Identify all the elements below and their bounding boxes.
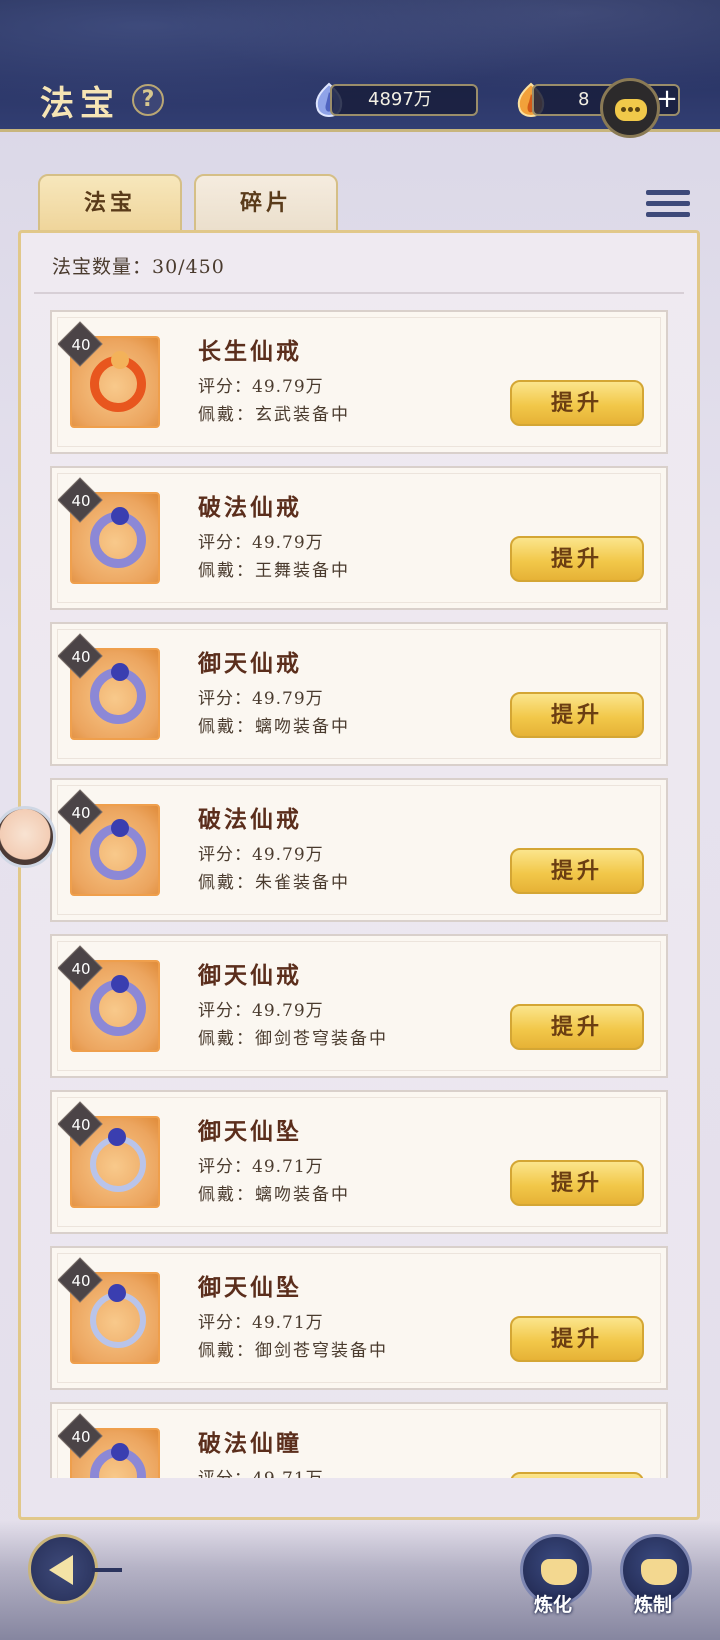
item-name: 御天仙坠 [198, 1118, 302, 1145]
item-name: 御天仙坠 [198, 1274, 302, 1301]
item-equipped: 佩戴：御剑苍穹装备中 [198, 1341, 388, 1361]
back-button[interactable] [28, 1534, 98, 1604]
item-name: 长生仙戒 [198, 338, 302, 365]
craft-label: 炼制 [634, 1594, 673, 1616]
ring-icon [70, 336, 160, 428]
ring-icon [70, 804, 160, 896]
ring-icon [70, 648, 160, 740]
upgrade-button[interactable]: 提升 [510, 848, 644, 894]
item-score: 评分：49.71万 [198, 1464, 324, 1478]
level-badge: 40 [71, 960, 91, 978]
upgrade-button[interactable]: 提升 [510, 1316, 644, 1362]
level-badge: 40 [71, 492, 91, 510]
item-score: 评分：49.79万 [198, 377, 324, 397]
treasure-list[interactable]: 40 长生仙戒 评分：49.79万 佩戴：玄武装备中 提升 40 破法仙戒 评分… [38, 300, 678, 1478]
list-item[interactable]: 40 破法仙戒 评分：49.79万 佩戴：王舞装备中 提升 [50, 466, 668, 610]
list-icon[interactable] [646, 188, 690, 220]
page-title: 法宝 [40, 84, 120, 124]
level-badge: 40 [71, 1116, 91, 1134]
item-score: 评分：49.79万 [198, 1001, 324, 1021]
back-arrow-icon [49, 1555, 73, 1585]
item-equipped: 佩戴：御剑苍穹装备中 [198, 1029, 388, 1049]
level-badge: 40 [71, 336, 91, 354]
upgrade-button[interactable]: 提升 [510, 1160, 644, 1206]
upgrade-button[interactable]: 提升 [510, 692, 644, 738]
forge-icon [641, 1559, 677, 1585]
list-item[interactable]: 40 御天仙戒 评分：49.79万 佩戴：螭吻装备中 提升 [50, 622, 668, 766]
list-item[interactable]: 40 破法仙瞳 评分：49.71万 [50, 1402, 668, 1478]
level-badge: 40 [71, 1272, 91, 1290]
item-name: 破法仙戒 [198, 494, 302, 521]
eye-gem-icon [70, 1428, 160, 1478]
list-item[interactable]: 40 破法仙戒 评分：49.79万 佩戴：朱雀装备中 提升 [50, 778, 668, 922]
level-badge: 40 [71, 648, 91, 666]
item-name: 御天仙戒 [198, 650, 302, 677]
item-equipped: 佩戴：螭吻装备中 [198, 1185, 350, 1205]
item-name: 破法仙瞳 [198, 1430, 302, 1457]
divider [34, 292, 684, 294]
item-score: 评分：49.79万 [198, 845, 324, 865]
item-name: 御天仙戒 [198, 962, 302, 989]
tab-treasure[interactable]: 法宝 [38, 174, 182, 232]
upgrade-button[interactable]: 提升 [510, 380, 644, 426]
cauldron-icon [541, 1559, 577, 1585]
question-icon[interactable]: ? [132, 84, 164, 116]
upgrade-button[interactable] [510, 1472, 644, 1478]
item-score: 评分：49.79万 [198, 689, 324, 709]
upgrade-button[interactable]: 提升 [510, 1004, 644, 1050]
item-equipped: 佩戴：螭吻装备中 [198, 717, 350, 737]
item-equipped: 佩戴：王舞装备中 [198, 561, 350, 581]
item-equipped: 佩戴：玄武装备中 [198, 405, 350, 425]
list-item[interactable]: 40 御天仙戒 评分：49.79万 佩戴：御剑苍穹装备中 提升 [50, 934, 668, 1078]
tab-fragments[interactable]: 碎片 [194, 174, 338, 232]
item-equipped: 佩戴：朱雀装备中 [198, 873, 350, 893]
divider [92, 1568, 122, 1572]
level-badge: 40 [71, 804, 91, 822]
treasure-count: 法宝数量：30/450 [52, 256, 225, 278]
item-name: 破法仙戒 [198, 806, 302, 833]
pendant-icon [70, 1116, 160, 1208]
item-score: 评分：49.71万 [198, 1157, 324, 1177]
list-item[interactable]: 40 御天仙坠 评分：49.71万 佩戴：螭吻装备中 提升 [50, 1090, 668, 1234]
pendant-icon [70, 1272, 160, 1364]
level-badge: 40 [71, 1428, 91, 1446]
ring-icon [70, 492, 160, 584]
refine-label: 炼化 [534, 1594, 573, 1616]
item-score: 评分：49.71万 [198, 1313, 324, 1333]
ring-icon [70, 960, 160, 1052]
list-item[interactable]: 40 长生仙戒 评分：49.79万 佩戴：玄武装备中 提升 [50, 310, 668, 454]
chat-icon[interactable] [600, 78, 660, 138]
upgrade-button[interactable]: 提升 [510, 536, 644, 582]
list-item[interactable]: 40 御天仙坠 评分：49.71万 佩戴：御剑苍穹装备中 提升 [50, 1246, 668, 1390]
item-score: 评分：49.79万 [198, 533, 324, 553]
bottom-bar [0, 1520, 720, 1640]
currency-spirit-value: 4897万 [330, 84, 478, 116]
